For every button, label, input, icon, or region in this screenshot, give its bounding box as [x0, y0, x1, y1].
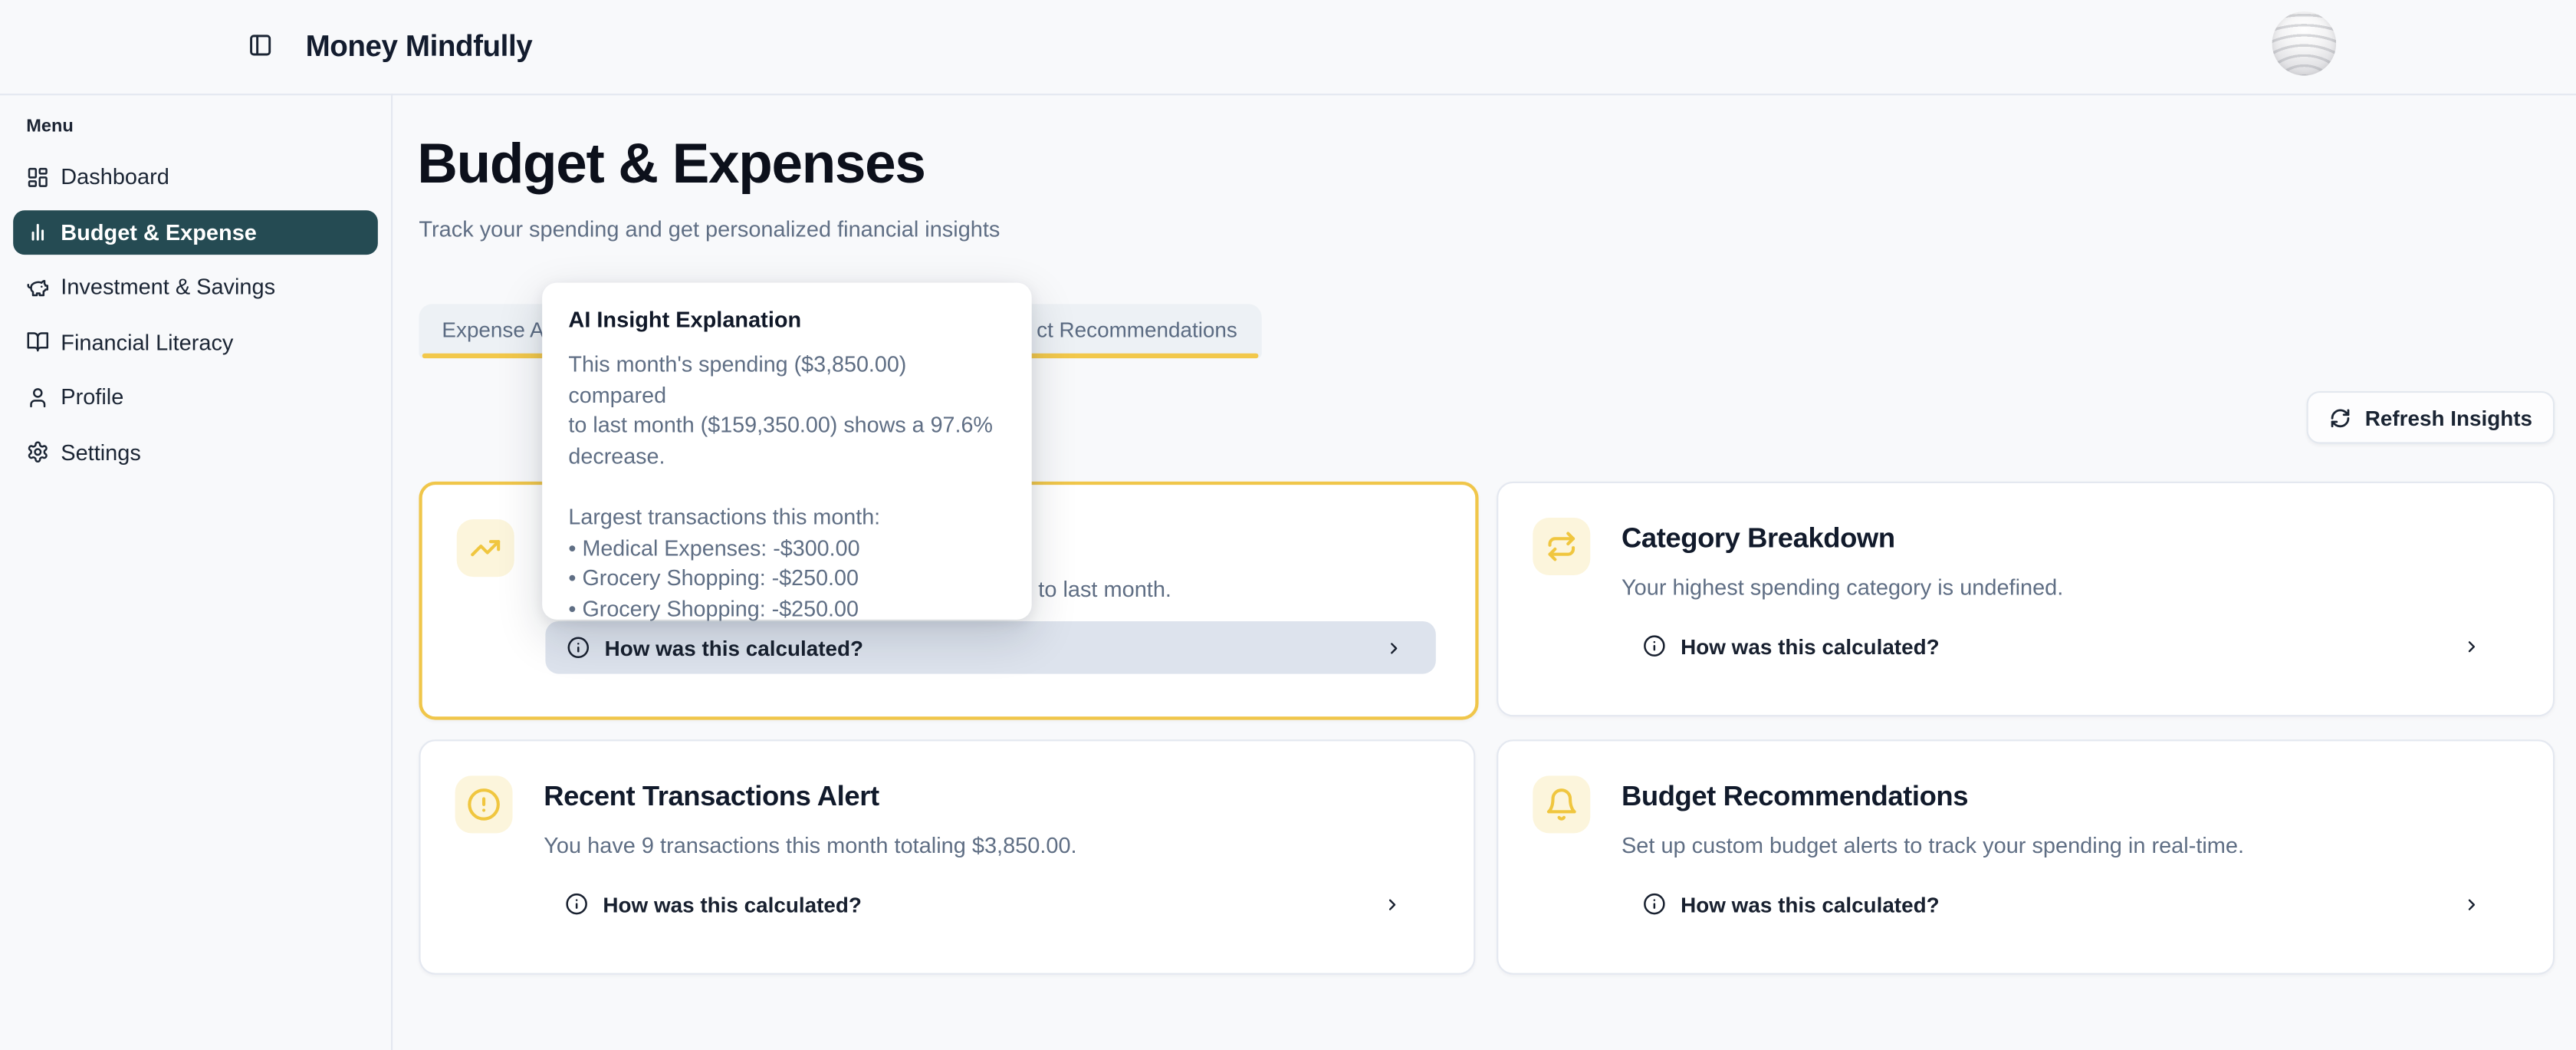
page-subtitle: Track your spending and get personalized… — [419, 217, 1000, 242]
sidebar: Menu Dashboard Budget & Expense Investme… — [0, 94, 393, 1050]
sidebar-item-dashboard[interactable]: Dashboard — [13, 154, 378, 199]
sidebar-item-profile[interactable]: Profile — [13, 375, 378, 420]
gear-icon — [26, 440, 49, 463]
card-description-fragment: to last month. — [1038, 577, 1171, 601]
card-recent-transactions-alert: Recent Transactions Alert You have 9 tra… — [419, 739, 1475, 974]
sidebar-nav: Dashboard Budget & Expense Investment & … — [0, 154, 391, 485]
sidebar-item-label: Settings — [61, 439, 141, 464]
tab-label: Expense A — [442, 317, 544, 341]
card-description: Your highest spending category is undefi… — [1622, 575, 2063, 600]
tooltip-title: AI Insight Explanation — [568, 308, 1005, 332]
user-icon — [26, 385, 49, 408]
refresh-insights-button[interactable]: Refresh Insights — [2307, 391, 2555, 444]
piggy-bank-icon — [26, 275, 49, 298]
card-description: Set up custom budget alerts to track you… — [1622, 833, 2244, 857]
tab-label: ct Recommendations — [1037, 317, 1237, 341]
bar-chart-icon — [26, 220, 49, 243]
top-header: Money Mindfully — [0, 0, 2576, 95]
chevron-right-icon — [2463, 895, 2481, 913]
sidebar-item-label: Budget & Expense — [61, 219, 257, 244]
sidebar-item-financial-literacy[interactable]: Financial Literacy — [13, 320, 378, 364]
menu-section-label: Menu — [26, 117, 74, 137]
sidebar-item-investment-savings[interactable]: Investment & Savings — [13, 265, 378, 309]
main-content: Budget & Expenses Track your spending an… — [391, 94, 2576, 1050]
tab-product-recommendations[interactable]: ct Recommendations — [1037, 304, 1237, 353]
card-title: Recent Transactions Alert — [544, 781, 879, 814]
sidebar-toggle-icon[interactable] — [248, 33, 273, 58]
card-title: Category Breakdown — [1622, 522, 1895, 555]
bell-icon — [1533, 775, 1590, 833]
sidebar-item-settings[interactable]: Settings — [13, 430, 378, 474]
repeat-icon — [1533, 518, 1590, 575]
book-open-icon — [26, 331, 49, 354]
info-icon — [567, 636, 590, 659]
info-icon — [1643, 634, 1666, 657]
card-description: You have 9 transactions this month total… — [544, 833, 1076, 857]
how-calculated-label: How was this calculated? — [603, 892, 862, 917]
how-calculated-link[interactable]: How was this calculated? — [1622, 620, 2514, 673]
tab-expense-analysis[interactable]: Expense A — [442, 304, 544, 353]
how-calculated-label: How was this calculated? — [1681, 892, 1940, 917]
sidebar-item-label: Dashboard — [61, 164, 169, 189]
sidebar-item-label: Financial Literacy — [61, 330, 233, 354]
trending-up-icon — [457, 519, 514, 577]
alert-circle-icon — [455, 775, 513, 833]
avatar[interactable] — [2272, 12, 2337, 76]
refresh-icon — [2329, 407, 2351, 428]
card-title: Budget Recommendations — [1622, 781, 1968, 814]
chevron-right-icon — [1383, 895, 1401, 913]
how-calculated-label: How was this calculated? — [605, 635, 864, 660]
ai-insight-tooltip: AI Insight Explanation This month's spen… — [542, 283, 1032, 620]
how-calculated-link[interactable]: How was this calculated? — [544, 877, 1434, 930]
dashboard-icon — [26, 165, 49, 188]
page-title: Budget & Expenses — [417, 131, 925, 197]
how-calculated-label: How was this calculated? — [1681, 634, 1940, 658]
info-icon — [1643, 893, 1666, 916]
app-root: Money Mindfully Menu Dashboard Budget & … — [0, 0, 2576, 1050]
chevron-right-icon — [2463, 637, 2481, 655]
refresh-button-label: Refresh Insights — [2365, 405, 2532, 430]
chevron-right-icon — [1385, 639, 1403, 657]
app-title: Money Mindfully — [306, 23, 533, 69]
sidebar-item-label: Investment & Savings — [61, 275, 275, 299]
tooltip-body: This month's spending ($3,850.00) compar… — [568, 350, 1005, 625]
card-budget-recommendations: Budget Recommendations Set up custom bud… — [1497, 739, 2555, 974]
card-category-breakdown: Category Breakdown Your highest spending… — [1497, 482, 2555, 716]
how-calculated-link[interactable]: How was this calculated? — [545, 621, 1435, 674]
sidebar-item-budget-expense[interactable]: Budget & Expense — [13, 209, 378, 254]
info-icon — [565, 893, 588, 916]
how-calculated-link[interactable]: How was this calculated? — [1622, 877, 2514, 930]
sidebar-item-label: Profile — [61, 384, 123, 409]
